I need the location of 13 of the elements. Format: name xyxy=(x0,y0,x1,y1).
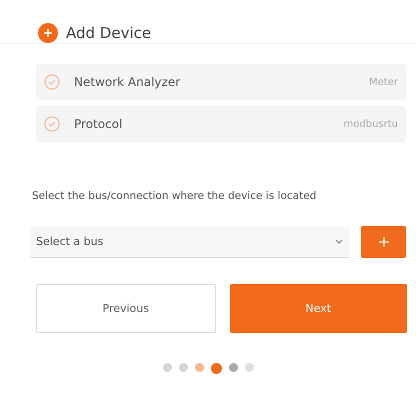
add-bus-button[interactable] xyxy=(361,226,406,258)
plus-icon xyxy=(38,22,58,42)
instruction-text: Select the bus/connection where the device is located xyxy=(32,190,318,202)
next-button[interactable]: Next xyxy=(230,284,407,333)
row-value: modbusrtu xyxy=(344,118,398,130)
bus-select[interactable]: Select a bus xyxy=(30,226,349,258)
row-label: Network Analyzer xyxy=(74,75,182,89)
row-value: Meter xyxy=(369,76,398,88)
panel-title: Add Device xyxy=(66,24,152,42)
plus-icon xyxy=(378,237,388,247)
previous-button[interactable]: Previous xyxy=(36,284,216,333)
row-label: Protocol xyxy=(74,117,124,131)
chevron-down-icon xyxy=(335,239,343,244)
